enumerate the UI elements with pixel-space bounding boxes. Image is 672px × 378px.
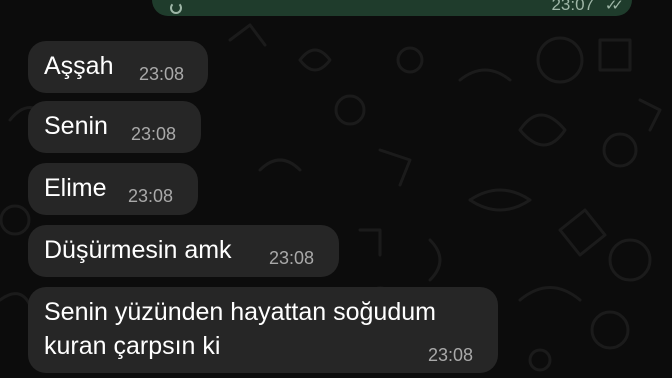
message-time: 23:08 <box>128 186 174 206</box>
message-text: Aşşah <box>44 52 114 80</box>
message-reaction-icon <box>170 2 182 14</box>
incoming-message-bubble[interactable]: Aşşah 23:08 <box>28 41 208 93</box>
message-text: Senin <box>44 112 108 140</box>
message-time: 23:08 <box>139 64 185 84</box>
message-text: Senin yüzünden hayattan soğudum kuran ça… <box>44 298 436 360</box>
outgoing-message-bubble[interactable]: 23:07 ✓✓ <box>152 0 632 16</box>
message-time: 23:07 <box>551 0 594 14</box>
incoming-message-bubble[interactable]: Senin yüzünden hayattan soğudum kuran ça… <box>28 287 498 373</box>
incoming-message-bubble[interactable]: Düşürmesin amk 23:08 <box>28 225 339 277</box>
message-time: 23:08 <box>269 248 315 268</box>
double-check-icon: ✓✓ <box>604 0 624 14</box>
message-time: 23:08 <box>131 124 177 144</box>
message-text: Elime <box>44 174 107 202</box>
message-text: Düşürmesin amk <box>44 236 232 264</box>
incoming-message-bubble[interactable]: Elime 23:08 <box>28 163 198 215</box>
message-list[interactable]: 23:07 ✓✓ Aşşah 23:08 Senin 23:08 Elime 2… <box>0 0 672 378</box>
incoming-message-bubble[interactable]: Senin 23:08 <box>28 101 201 153</box>
message-time: 23:08 <box>428 345 474 365</box>
